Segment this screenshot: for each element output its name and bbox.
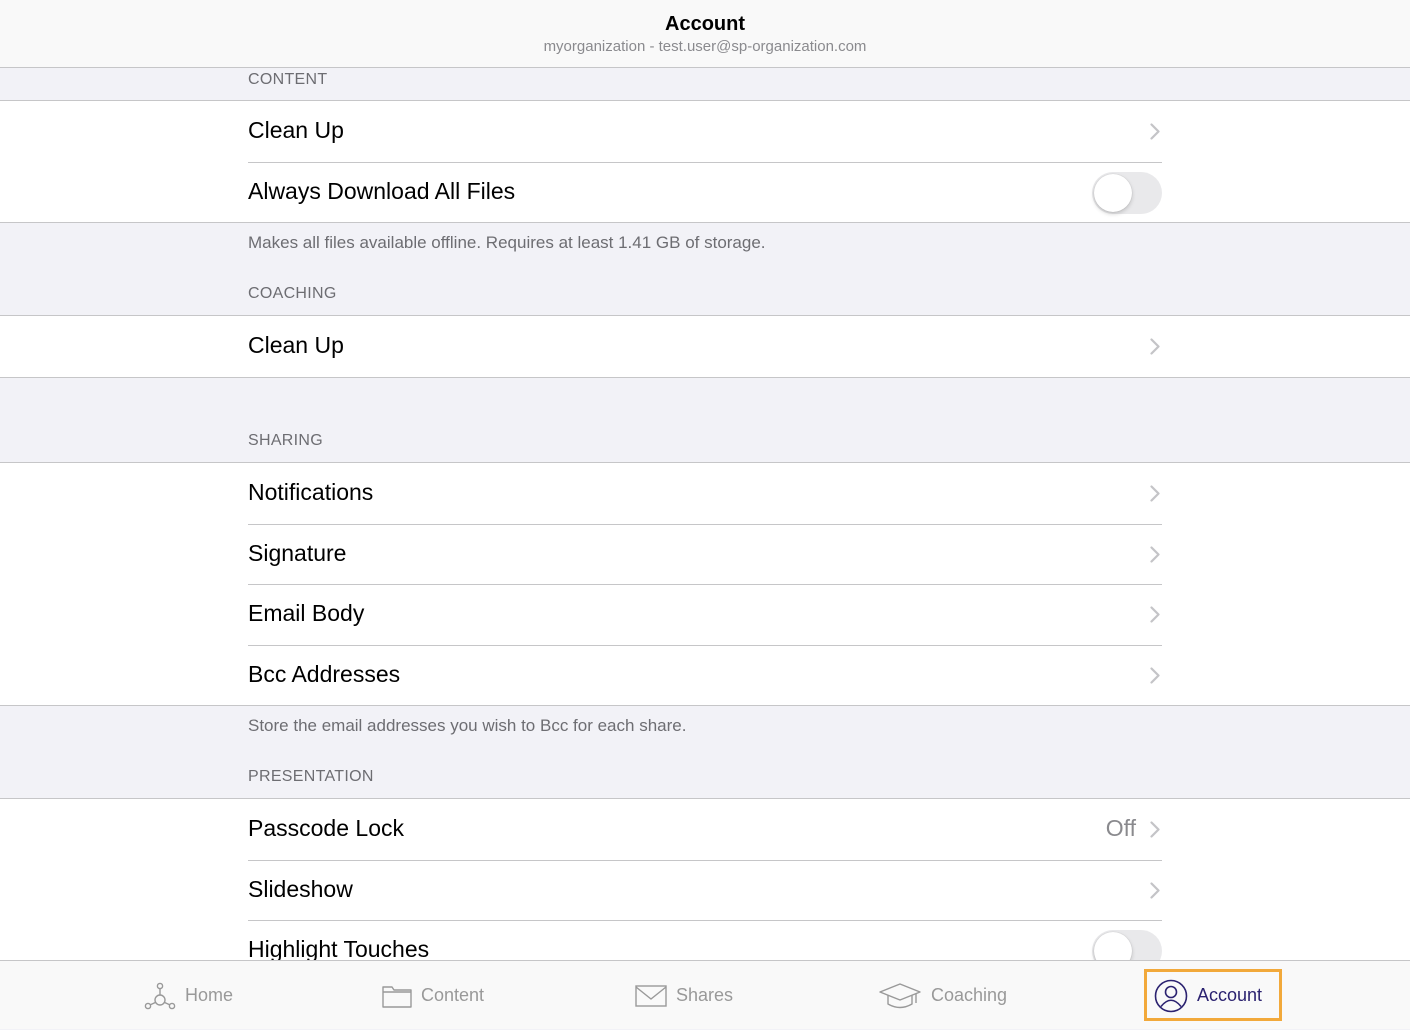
email-body-row[interactable]: Email Body — [0, 584, 1410, 645]
coaching-group: Clean Up — [0, 315, 1410, 378]
content-group: Clean Up Always Download All Files — [0, 100, 1410, 223]
chevron-right-icon — [1150, 881, 1160, 899]
tab-label: Account — [1197, 985, 1263, 1005]
tab-coaching[interactable]: Coaching — [878, 961, 1007, 1030]
slideshow-row[interactable]: Slideshow — [0, 859, 1410, 921]
folder-icon — [382, 985, 412, 1008]
chevron-right-icon — [1150, 666, 1160, 684]
navigation-bar: Account myorganization - test.user@sp-or… — [0, 0, 1410, 68]
graduation-cap-icon — [879, 982, 921, 1008]
page-title: Account — [665, 13, 745, 35]
toggle-knob — [1094, 173, 1132, 212]
home-network-icon — [144, 982, 176, 1009]
highlight-touches-row: Highlight Touches — [0, 920, 1410, 960]
row-label: Slideshow — [248, 875, 353, 902]
section-footer-sharing: Store the email addresses you wish to Bc… — [248, 716, 687, 735]
chevron-right-icon — [1150, 485, 1160, 502]
toggle-knob — [1094, 932, 1132, 960]
row-label: Notifications — [248, 479, 374, 505]
tab-label: Home — [185, 985, 234, 1005]
section-header-content: CONTENT — [248, 71, 328, 88]
tab-home[interactable]: Home — [144, 961, 233, 1030]
tab-shares[interactable]: Shares — [635, 961, 733, 1030]
tab-label: Content — [421, 985, 485, 1005]
row-label: Bcc Addresses — [248, 660, 401, 687]
notifications-row[interactable]: Notifications — [0, 463, 1410, 524]
row-label: Clean Up — [248, 117, 344, 143]
tab-content[interactable]: Content — [382, 961, 484, 1030]
chevron-right-icon — [1150, 606, 1160, 623]
always-download-row: Always Download All Files — [0, 161, 1410, 223]
passcode-lock-value: Off — [1105, 815, 1136, 841]
user-circle-icon — [1154, 979, 1188, 1012]
row-label: Always Download All Files — [248, 177, 516, 204]
tab-label: Shares — [676, 985, 734, 1005]
bcc-addresses-row[interactable]: Bcc Addresses — [0, 644, 1410, 706]
passcode-lock-row[interactable]: Passcode Lock Off — [0, 799, 1410, 860]
chevron-right-icon — [1150, 123, 1160, 140]
envelope-icon — [635, 984, 667, 1007]
account-subtitle: myorganization - test.user@sp-organizati… — [543, 38, 867, 55]
row-label: Clean Up — [248, 332, 344, 358]
always-download-toggle[interactable] — [1092, 171, 1162, 214]
section-header-sharing: SHARING — [248, 432, 323, 449]
signature-row[interactable]: Signature — [0, 523, 1410, 585]
chevron-right-icon — [1150, 821, 1160, 838]
sharing-group: Notifications Signature Email Body Bcc A… — [0, 462, 1410, 706]
section-header-coaching: COACHING — [248, 285, 337, 302]
row-label: Signature — [248, 539, 347, 566]
highlight-touches-toggle[interactable] — [1092, 930, 1162, 960]
section-header-presentation: PRESENTATION — [248, 768, 374, 785]
tab-account[interactable]: Account — [1154, 961, 1262, 1030]
section-footer-content: Makes all files available offline. Requi… — [248, 233, 766, 252]
row-label: Highlight Touches — [248, 936, 430, 960]
presentation-group: Passcode Lock Off Slideshow Highlight To… — [0, 798, 1410, 960]
coaching-clean-up-row[interactable]: Clean Up — [0, 316, 1410, 377]
row-label: Passcode Lock — [248, 815, 404, 841]
tab-bar: Home Content Shares Coaching Account — [0, 960, 1410, 1029]
chevron-right-icon — [1150, 338, 1160, 355]
tab-label: Coaching — [931, 985, 1008, 1005]
row-label: Email Body — [248, 600, 365, 626]
content-clean-up-row[interactable]: Clean Up — [0, 101, 1410, 162]
chevron-right-icon — [1150, 545, 1160, 563]
settings-list[interactable]: CONTENT Clean Up Always Download All Fil… — [0, 68, 1410, 960]
